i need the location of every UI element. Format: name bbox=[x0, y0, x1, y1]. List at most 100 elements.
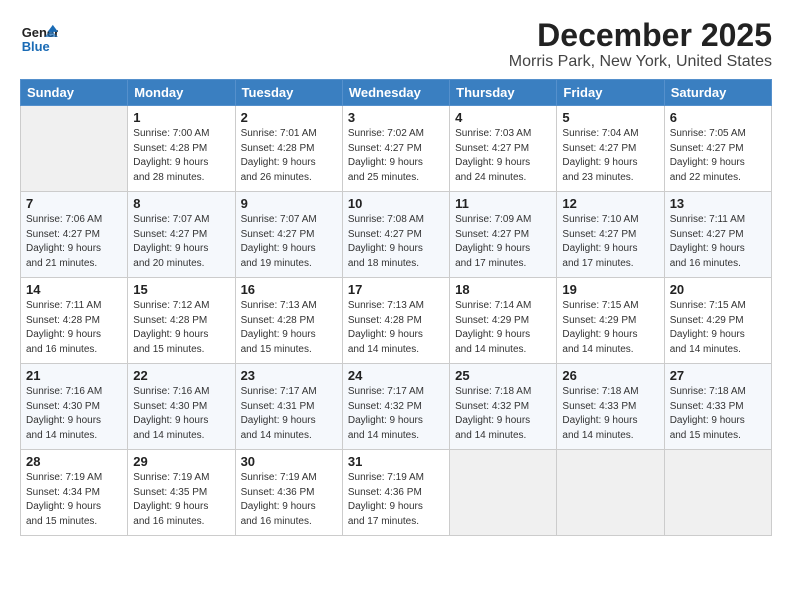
day-number: 21 bbox=[26, 368, 122, 383]
day-number: 23 bbox=[241, 368, 337, 383]
day-info: Sunrise: 7:16 AM Sunset: 4:30 PM Dayligh… bbox=[26, 385, 122, 443]
day-number: 25 bbox=[455, 368, 551, 383]
day-info: Sunrise: 7:19 AM Sunset: 4:35 PM Dayligh… bbox=[133, 471, 229, 529]
day-info: Sunrise: 7:09 AM Sunset: 4:27 PM Dayligh… bbox=[455, 213, 551, 271]
calendar-cell: 4 Sunrise: 7:03 AM Sunset: 4:27 PM Daylig… bbox=[450, 106, 557, 192]
page-title: December 2025 bbox=[509, 18, 772, 53]
calendar-day-header: Tuesday bbox=[235, 80, 342, 106]
calendar-cell: 19Sunrise: 7:15 AM Sunset: 4:29 PM Dayli… bbox=[557, 278, 664, 364]
logo-icon: General Blue bbox=[20, 18, 58, 56]
day-number: 19 bbox=[562, 282, 658, 297]
day-number: 11 bbox=[455, 196, 551, 211]
page-subtitle: Morris Park, New York, United States bbox=[509, 53, 772, 71]
day-number: 18 bbox=[455, 282, 551, 297]
day-info: Sunrise: 7:18 AM Sunset: 4:33 PM Dayligh… bbox=[562, 385, 658, 443]
calendar-cell: 9 Sunrise: 7:07 AM Sunset: 4:27 PM Daylig… bbox=[235, 192, 342, 278]
calendar-cell: 23 Sunrise: 7:17 AM Sunset: 4:31 PM Dayli… bbox=[235, 364, 342, 450]
day-number: 28 bbox=[26, 454, 122, 469]
calendar-week-row: 14 Sunrise: 7:11 AM Sunset: 4:28 PM Dayli… bbox=[21, 278, 772, 364]
calendar-cell bbox=[664, 450, 771, 536]
calendar-cell: 27Sunrise: 7:18 AM Sunset: 4:33 PM Dayli… bbox=[664, 364, 771, 450]
calendar-cell bbox=[557, 450, 664, 536]
calendar-day-header: Wednesday bbox=[342, 80, 449, 106]
day-info: Sunrise: 7:17 AM Sunset: 4:32 PM Dayligh… bbox=[348, 385, 444, 443]
page: General Blue December 2025 Morris Park, … bbox=[0, 0, 792, 612]
calendar-cell: 14 Sunrise: 7:11 AM Sunset: 4:28 PM Dayli… bbox=[21, 278, 128, 364]
day-number: 17 bbox=[348, 282, 444, 297]
day-info: Sunrise: 7:17 AM Sunset: 4:31 PM Dayligh… bbox=[241, 385, 337, 443]
calendar-cell: 20 Sunrise: 7:15 AM Sunset: 4:29 PM Dayli… bbox=[664, 278, 771, 364]
day-info: Sunrise: 7:13 AM Sunset: 4:28 PM Dayligh… bbox=[241, 299, 337, 357]
calendar-week-row: 28Sunrise: 7:19 AM Sunset: 4:34 PM Dayli… bbox=[21, 450, 772, 536]
calendar-cell bbox=[450, 450, 557, 536]
calendar-cell: 2Sunrise: 7:01 AM Sunset: 4:28 PM Daylig… bbox=[235, 106, 342, 192]
calendar-cell bbox=[21, 106, 128, 192]
header: General Blue December 2025 Morris Park, … bbox=[20, 18, 772, 71]
day-number: 2 bbox=[241, 110, 337, 125]
day-number: 20 bbox=[670, 282, 766, 297]
day-number: 4 bbox=[455, 110, 551, 125]
day-number: 5 bbox=[562, 110, 658, 125]
day-number: 22 bbox=[133, 368, 229, 383]
day-info: Sunrise: 7:06 AM Sunset: 4:27 PM Dayligh… bbox=[26, 213, 122, 271]
calendar-week-row: 7 Sunrise: 7:06 AM Sunset: 4:27 PM Daylig… bbox=[21, 192, 772, 278]
calendar-table: SundayMondayTuesdayWednesdayThursdayFrid… bbox=[20, 79, 772, 536]
day-number: 10 bbox=[348, 196, 444, 211]
day-number: 1 bbox=[133, 110, 229, 125]
logo: General Blue bbox=[20, 18, 58, 56]
day-info: Sunrise: 7:12 AM Sunset: 4:28 PM Dayligh… bbox=[133, 299, 229, 357]
calendar-cell: 7 Sunrise: 7:06 AM Sunset: 4:27 PM Daylig… bbox=[21, 192, 128, 278]
calendar-cell: 1 Sunrise: 7:00 AM Sunset: 4:28 PM Daylig… bbox=[128, 106, 235, 192]
calendar-cell: 12 Sunrise: 7:10 AM Sunset: 4:27 PM Dayli… bbox=[557, 192, 664, 278]
day-number: 7 bbox=[26, 196, 122, 211]
calendar-cell: 31 Sunrise: 7:19 AM Sunset: 4:36 PM Dayli… bbox=[342, 450, 449, 536]
day-number: 14 bbox=[26, 282, 122, 297]
calendar-day-header: Saturday bbox=[664, 80, 771, 106]
day-info: Sunrise: 7:16 AM Sunset: 4:30 PM Dayligh… bbox=[133, 385, 229, 443]
day-number: 29 bbox=[133, 454, 229, 469]
calendar-day-header: Thursday bbox=[450, 80, 557, 106]
day-info: Sunrise: 7:03 AM Sunset: 4:27 PM Dayligh… bbox=[455, 127, 551, 185]
calendar-day-header: Sunday bbox=[21, 80, 128, 106]
day-number: 12 bbox=[562, 196, 658, 211]
day-number: 26 bbox=[562, 368, 658, 383]
day-number: 13 bbox=[670, 196, 766, 211]
day-number: 9 bbox=[241, 196, 337, 211]
calendar-cell: 24Sunrise: 7:17 AM Sunset: 4:32 PM Dayli… bbox=[342, 364, 449, 450]
day-info: Sunrise: 7:11 AM Sunset: 4:28 PM Dayligh… bbox=[26, 299, 122, 357]
calendar-cell: 29 Sunrise: 7:19 AM Sunset: 4:35 PM Dayli… bbox=[128, 450, 235, 536]
calendar-week-row: 21 Sunrise: 7:16 AM Sunset: 4:30 PM Dayli… bbox=[21, 364, 772, 450]
title-block: December 2025 Morris Park, New York, Uni… bbox=[509, 18, 772, 71]
day-info: Sunrise: 7:07 AM Sunset: 4:27 PM Dayligh… bbox=[241, 213, 337, 271]
day-number: 6 bbox=[670, 110, 766, 125]
calendar-cell: 18Sunrise: 7:14 AM Sunset: 4:29 PM Dayli… bbox=[450, 278, 557, 364]
day-number: 31 bbox=[348, 454, 444, 469]
day-info: Sunrise: 7:04 AM Sunset: 4:27 PM Dayligh… bbox=[562, 127, 658, 185]
calendar-cell: 11 Sunrise: 7:09 AM Sunset: 4:27 PM Dayli… bbox=[450, 192, 557, 278]
calendar-cell: 6 Sunrise: 7:05 AM Sunset: 4:27 PM Daylig… bbox=[664, 106, 771, 192]
day-info: Sunrise: 7:19 AM Sunset: 4:36 PM Dayligh… bbox=[348, 471, 444, 529]
day-info: Sunrise: 7:07 AM Sunset: 4:27 PM Dayligh… bbox=[133, 213, 229, 271]
calendar-cell: 26 Sunrise: 7:18 AM Sunset: 4:33 PM Dayli… bbox=[557, 364, 664, 450]
calendar-cell: 28Sunrise: 7:19 AM Sunset: 4:34 PM Dayli… bbox=[21, 450, 128, 536]
day-info: Sunrise: 7:13 AM Sunset: 4:28 PM Dayligh… bbox=[348, 299, 444, 357]
day-info: Sunrise: 7:11 AM Sunset: 4:27 PM Dayligh… bbox=[670, 213, 766, 271]
calendar-day-header: Monday bbox=[128, 80, 235, 106]
calendar-cell: 25 Sunrise: 7:18 AM Sunset: 4:32 PM Dayli… bbox=[450, 364, 557, 450]
day-number: 8 bbox=[133, 196, 229, 211]
day-info: Sunrise: 7:02 AM Sunset: 4:27 PM Dayligh… bbox=[348, 127, 444, 185]
calendar-cell: 22 Sunrise: 7:16 AM Sunset: 4:30 PM Dayli… bbox=[128, 364, 235, 450]
day-number: 3 bbox=[348, 110, 444, 125]
calendar-cell: 5 Sunrise: 7:04 AM Sunset: 4:27 PM Daylig… bbox=[557, 106, 664, 192]
calendar-cell: 3 Sunrise: 7:02 AM Sunset: 4:27 PM Daylig… bbox=[342, 106, 449, 192]
calendar-day-header: Friday bbox=[557, 80, 664, 106]
calendar-cell: 16Sunrise: 7:13 AM Sunset: 4:28 PM Dayli… bbox=[235, 278, 342, 364]
day-info: Sunrise: 7:15 AM Sunset: 4:29 PM Dayligh… bbox=[670, 299, 766, 357]
calendar-cell: 17 Sunrise: 7:13 AM Sunset: 4:28 PM Dayli… bbox=[342, 278, 449, 364]
day-info: Sunrise: 7:00 AM Sunset: 4:28 PM Dayligh… bbox=[133, 127, 229, 185]
svg-text:Blue: Blue bbox=[22, 39, 50, 54]
day-info: Sunrise: 7:18 AM Sunset: 4:32 PM Dayligh… bbox=[455, 385, 551, 443]
calendar-week-row: 1 Sunrise: 7:00 AM Sunset: 4:28 PM Daylig… bbox=[21, 106, 772, 192]
day-info: Sunrise: 7:10 AM Sunset: 4:27 PM Dayligh… bbox=[562, 213, 658, 271]
day-info: Sunrise: 7:05 AM Sunset: 4:27 PM Dayligh… bbox=[670, 127, 766, 185]
